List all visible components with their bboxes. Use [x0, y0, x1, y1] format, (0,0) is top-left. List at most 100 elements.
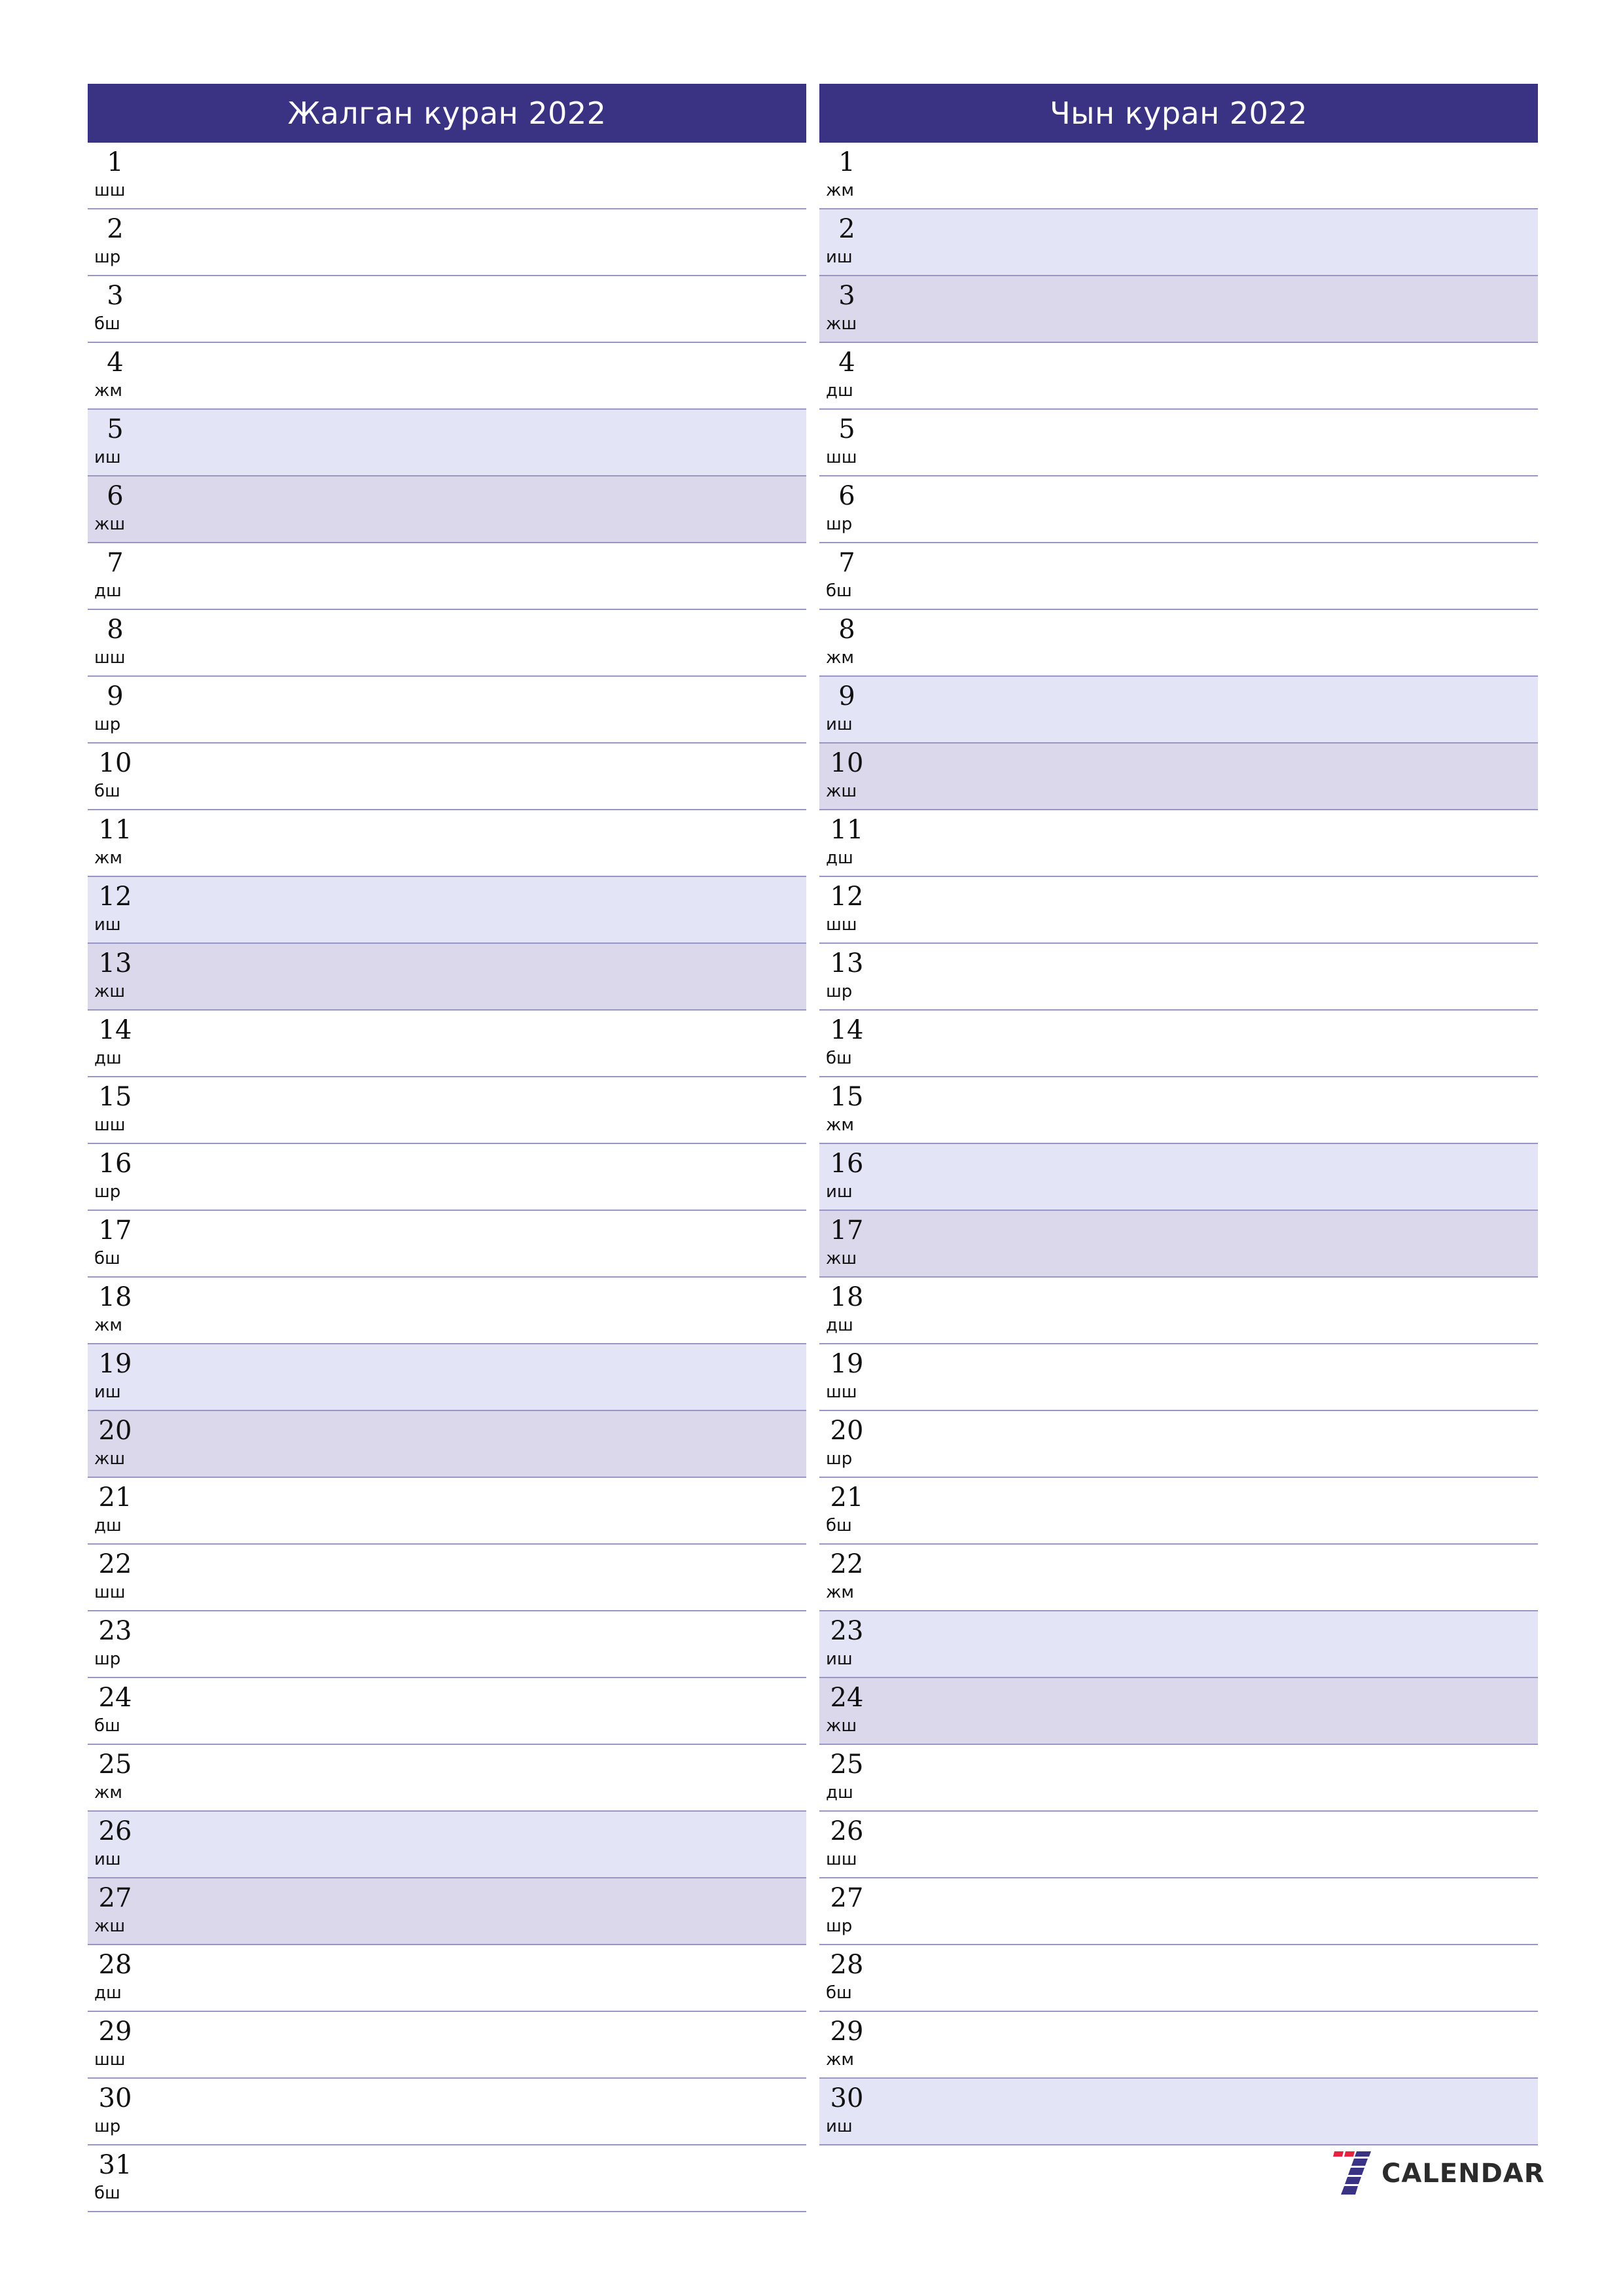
day-number: 1 [838, 147, 855, 177]
day-number: 3 [838, 281, 855, 311]
day-number: 31 [98, 2150, 132, 2180]
day-number: 12 [98, 882, 132, 912]
day-number: 29 [98, 2017, 132, 2047]
day-number: 17 [830, 1215, 864, 1246]
day-number: 30 [830, 2083, 864, 2113]
weekday-abbr: бш [94, 314, 120, 334]
weekday-abbr: дш [94, 1983, 122, 2003]
day-number: 22 [830, 1549, 864, 1579]
day-number: 4 [107, 348, 124, 378]
weekday-abbr: шр [826, 1449, 853, 1469]
day-row: 9 иш [819, 677, 1538, 744]
weekday-abbr: шш [94, 2050, 126, 2070]
day-row: 14 бш [819, 1011, 1538, 1077]
month-column-right: Чын куран 2022 1 жм 2 иш 3 жш 4 дш 5 шш 6 шр 7 бш 8 жм 9… [819, 84, 1538, 2145]
day-row: 1 шш [88, 143, 806, 209]
day-number: 21 [830, 1482, 864, 1513]
weekday-abbr: иш [826, 715, 853, 734]
weekday-abbr: иш [826, 1182, 853, 1202]
day-row: 27 шр [819, 1878, 1538, 1945]
weekday-abbr: дш [94, 1516, 122, 1535]
day-row: 8 жм [819, 610, 1538, 677]
day-number: 9 [107, 681, 124, 711]
day-row: 2 иш [819, 209, 1538, 276]
day-number: 20 [98, 1416, 132, 1446]
weekday-abbr: шш [826, 448, 857, 467]
day-row: 26 иш [88, 1812, 806, 1878]
day-number: 17 [98, 1215, 132, 1246]
day-row: 18 жм [88, 1278, 806, 1344]
day-number: 25 [98, 1749, 132, 1780]
day-number: 13 [830, 948, 864, 978]
day-number: 12 [830, 882, 864, 912]
weekday-abbr: жм [826, 181, 855, 200]
day-row: 19 шш [819, 1344, 1538, 1411]
day-row: 2 шр [88, 209, 806, 276]
day-number: 1 [107, 147, 124, 177]
weekday-abbr: шш [826, 1850, 857, 1869]
day-row: 4 жм [88, 343, 806, 410]
month-header: Чын куран 2022 [819, 84, 1538, 143]
weekday-abbr: жм [826, 648, 855, 668]
day-number: 22 [98, 1549, 132, 1579]
weekday-abbr: жм [94, 848, 123, 868]
day-number: 27 [98, 1883, 132, 1913]
weekday-abbr: шр [826, 514, 853, 534]
day-row: 21 бш [819, 1478, 1538, 1545]
weekday-abbr: бш [826, 1983, 852, 2003]
day-row: 5 иш [88, 410, 806, 476]
weekday-abbr: бш [826, 1516, 852, 1535]
day-row: 6 жш [88, 476, 806, 543]
day-row: 3 бш [88, 276, 806, 343]
day-number: 4 [838, 348, 855, 378]
day-row: 1 жм [819, 143, 1538, 209]
day-number: 27 [830, 1883, 864, 1913]
weekday-abbr: иш [94, 448, 121, 467]
day-row: 17 бш [88, 1211, 806, 1278]
weekday-abbr: шш [94, 1583, 126, 1602]
day-number: 25 [830, 1749, 864, 1780]
day-row: 5 шш [819, 410, 1538, 476]
day-row: 6 шр [819, 476, 1538, 543]
day-list: 1 шш 2 шр 3 бш 4 жм 5 иш 6 жш 7 дш 8 шш 9 шр 10 бш 11 жм 12 иш 1… [88, 143, 806, 2212]
weekday-abbr: дш [826, 381, 853, 401]
day-number: 7 [838, 548, 855, 578]
day-row: 15 шш [88, 1077, 806, 1144]
weekday-abbr: жм [94, 1316, 123, 1335]
weekday-abbr: бш [826, 581, 852, 601]
day-number: 15 [98, 1082, 132, 1112]
day-number: 28 [98, 1950, 132, 1980]
day-row: 13 жш [88, 944, 806, 1011]
day-row: 13 шр [819, 944, 1538, 1011]
month-header: Жалган куран 2022 [88, 84, 806, 143]
weekday-abbr: жм [826, 1115, 855, 1135]
weekday-abbr: иш [826, 247, 853, 267]
day-list: 1 жм 2 иш 3 жш 4 дш 5 шш 6 шр 7 бш 8 жм 9 иш 10 жш 11 дш 12 шш 1… [819, 143, 1538, 2145]
weekday-abbr: шр [94, 247, 121, 267]
weekday-abbr: дш [94, 1049, 122, 1068]
weekday-abbr: бш [94, 1249, 120, 1268]
day-number: 30 [98, 2083, 132, 2113]
weekday-abbr: дш [826, 1316, 853, 1335]
day-number: 16 [98, 1149, 132, 1179]
day-row: 17 жш [819, 1211, 1538, 1278]
day-row: 18 дш [819, 1278, 1538, 1344]
day-number: 15 [830, 1082, 864, 1112]
weekday-abbr: шр [94, 1182, 121, 1202]
day-number: 23 [830, 1616, 864, 1646]
day-row: 3 жш [819, 276, 1538, 343]
day-number: 24 [830, 1683, 864, 1713]
day-row: 12 иш [88, 877, 806, 944]
weekday-abbr: иш [826, 2117, 853, 2136]
day-row: 10 жш [819, 744, 1538, 810]
weekday-abbr: жш [826, 314, 857, 334]
day-number: 19 [830, 1349, 864, 1379]
day-row: 24 бш [88, 1678, 806, 1745]
day-row: 16 иш [819, 1144, 1538, 1211]
weekday-abbr: шш [94, 648, 126, 668]
day-row: 22 жм [819, 1545, 1538, 1611]
day-row: 16 шр [88, 1144, 806, 1211]
day-number: 3 [107, 281, 124, 311]
day-number: 24 [98, 1683, 132, 1713]
day-row: 7 бш [819, 543, 1538, 610]
